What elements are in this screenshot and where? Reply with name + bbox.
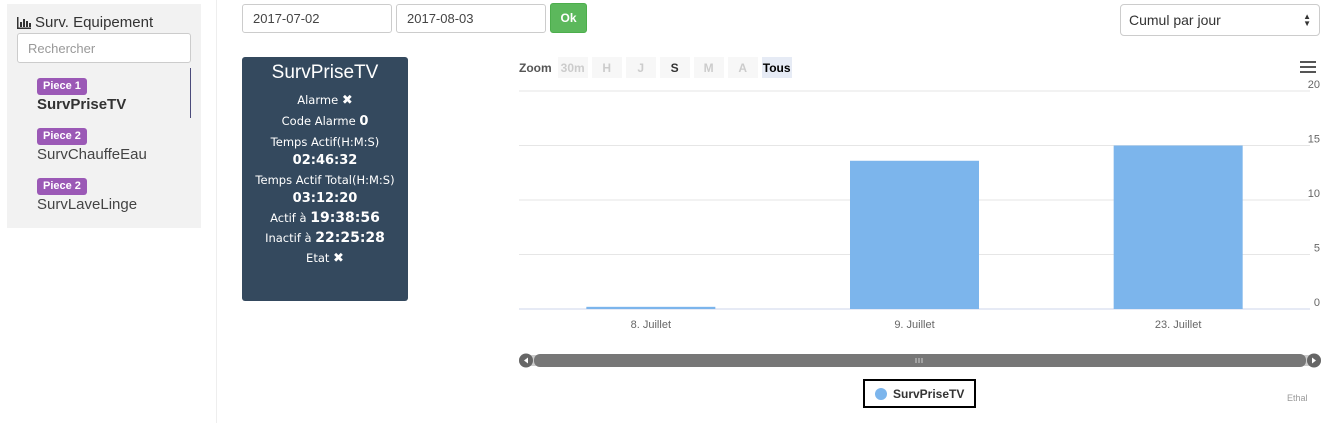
sidebar-item-survprisetv[interactable]: Piece 1 SurvPriseTV	[7, 68, 201, 122]
card-actif: Actif à 19:38:56	[242, 208, 408, 228]
y-tick-label: 10	[1308, 188, 1320, 200]
x-tick-label: 9. Juillet	[894, 319, 934, 331]
sidebar-title-text: Surv. Equipement	[35, 14, 154, 31]
date-to-input[interactable]	[396, 4, 546, 33]
zoom-h-button[interactable]: H	[591, 57, 622, 78]
scrollbar-thumb[interactable]	[534, 354, 1306, 367]
room-badge: Piece 2	[37, 128, 87, 145]
chart-menu-icon[interactable]	[1300, 61, 1316, 76]
inactif-value: 22:25:28	[315, 230, 385, 246]
temps-total-label: Temps Actif Total(H:M:S)	[255, 173, 395, 187]
x-tick-label: 8. Juillet	[631, 319, 671, 331]
equipment-name: SurvPriseTV	[37, 96, 127, 113]
bar-chart: 0 5 10 15 20 8. Juillet 9. Juillet 23. Juillet	[519, 80, 1320, 331]
vertical-divider	[216, 0, 217, 423]
card-title: SurvPriseTV	[271, 62, 379, 83]
mode-select[interactable]: Cumul par jour ▲ ▼	[1120, 4, 1320, 36]
card-alarme: Alarme ✖	[242, 90, 408, 111]
x-tick-label: 23. Juillet	[1155, 319, 1201, 331]
zoom-30m-button[interactable]: 30m	[557, 57, 588, 78]
room-badge: Piece 2	[37, 178, 87, 195]
zoom-a-button[interactable]: A	[727, 57, 758, 78]
equipment-name: SurvLaveLinge	[37, 196, 138, 213]
chart-credits: Ethal	[1287, 393, 1308, 403]
bar-chart-icon	[17, 16, 31, 29]
equipment-card: SurvPriseTV Alarme ✖ Code Alarme 0 Temps…	[242, 57, 408, 301]
zoom-bar: Zoom 30m H J S M A Tous	[519, 57, 792, 78]
sidebar-item-survchauffeeau[interactable]: Piece 2 SurvChauffeEau	[7, 122, 201, 172]
y-tick-label: 15	[1308, 134, 1320, 146]
equipment-list: Piece 1 SurvPriseTV Piece 2 SurvChauffeE…	[7, 68, 201, 222]
card-etat: Etat ✖	[242, 248, 408, 269]
code-alarme-value: 0	[359, 114, 369, 129]
zoom-s-button[interactable]: S	[659, 57, 690, 78]
y-tick-label: 5	[1314, 243, 1320, 255]
code-alarme-label: Code Alarme	[281, 114, 356, 128]
search-input[interactable]	[17, 33, 191, 63]
actif-value: 19:38:56	[310, 210, 380, 226]
bar	[1113, 145, 1243, 309]
bar	[850, 160, 979, 309]
actif-label: Actif à	[270, 211, 307, 225]
alarme-x-icon: ✖	[341, 93, 353, 108]
inactif-label: Inactif à	[265, 231, 312, 245]
date-from-input[interactable]	[242, 4, 392, 33]
y-tick-label: 20	[1308, 80, 1320, 91]
sidebar-title: Surv. Equipement	[17, 14, 153, 31]
card-inactif: Inactif à 22:25:28	[242, 228, 408, 248]
etat-x-icon: ✖	[333, 251, 344, 266]
equipment-name: SurvChauffeEau	[37, 146, 147, 163]
navigator-scrollbar[interactable]	[519, 353, 1321, 368]
temps-actif-label: Temps Actif(H:M:S)	[270, 135, 380, 149]
alarme-label: Alarme	[297, 93, 339, 107]
etat-label: Etat	[306, 251, 330, 265]
select-arrows-icon: ▲ ▼	[1303, 12, 1311, 28]
temps-total-value: 03:12:20	[292, 191, 358, 206]
zoom-tous-button[interactable]: Tous	[761, 57, 792, 78]
y-tick-label: 0	[1314, 297, 1320, 309]
chart-legend[interactable]: SurvPriseTV	[863, 379, 976, 408]
ok-button[interactable]: Ok	[550, 3, 587, 33]
zoom-label: Zoom	[519, 60, 552, 75]
legend-label: SurvPriseTV	[893, 386, 965, 401]
sidebar-item-survlavelinge[interactable]: Piece 2 SurvLaveLinge	[7, 172, 201, 222]
room-badge: Piece 1	[37, 78, 87, 95]
sidebar: Surv. Equipement Piece 1 SurvPriseTV Pie…	[7, 4, 201, 228]
legend-marker	[875, 387, 887, 400]
card-code-alarme: Code Alarme 0	[242, 111, 408, 132]
zoom-m-button[interactable]: M	[693, 57, 724, 78]
bar	[586, 306, 716, 309]
mode-select-value: Cumul par jour	[1129, 12, 1221, 28]
zoom-j-button[interactable]: J	[625, 57, 656, 78]
temps-actif-value: 02:46:32	[292, 153, 358, 168]
